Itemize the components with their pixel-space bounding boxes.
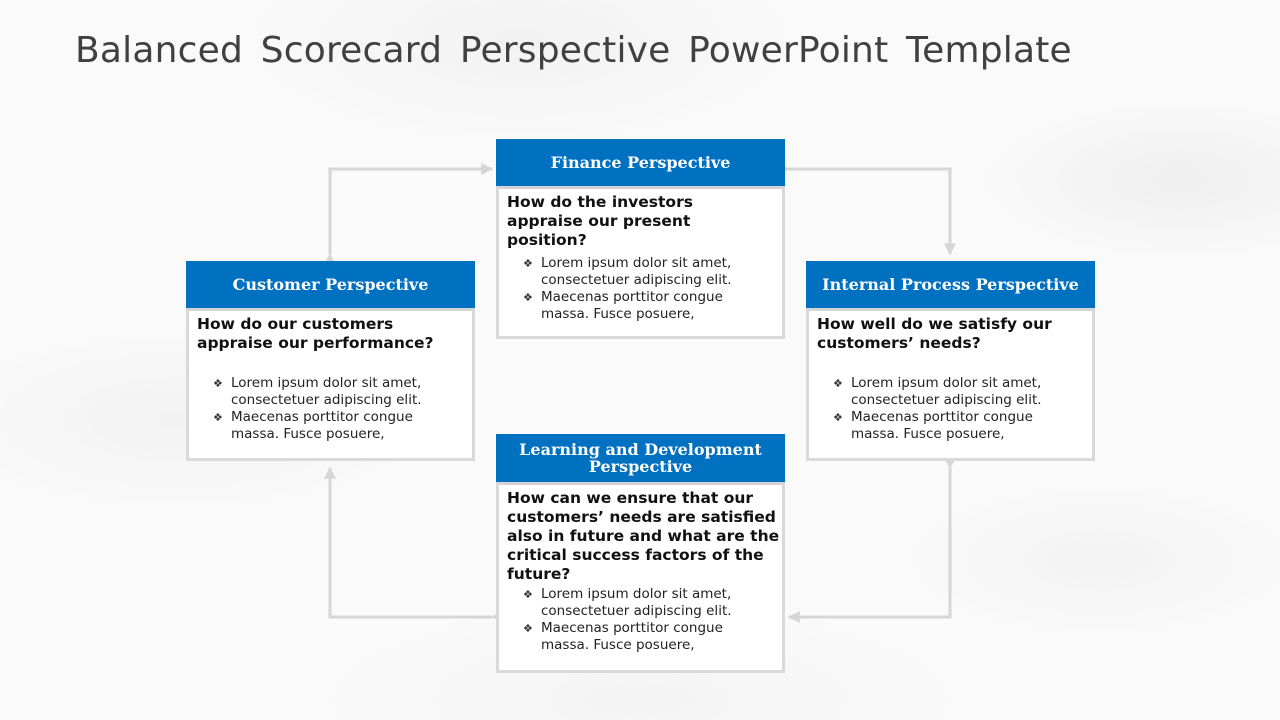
bullet-item: ❖ Lorem ipsum dolor sit amet, consectetue… [213,375,422,408]
learning-body: How can we ensure that our customers’ ne… [496,482,785,673]
diamond-bullet-icon: ❖ [523,291,533,304]
learning-card: Learning and Development Perspective How… [496,434,785,673]
customer-bullets: ❖ Lorem ipsum dolor sit amet, consectetue… [197,375,464,443]
customer-question: How do our customers appraise our perfor… [197,315,434,352]
diamond-bullet-icon: ❖ [523,588,533,601]
diamond-bullet-icon: ❖ [833,377,843,390]
learning-bullets: ❖ Lorem ipsum dolor sit amet, consectetue… [507,586,774,654]
connector-customer-finance [324,163,494,265]
connector-internal-learning [787,457,956,623]
connector-learning-customer [324,466,503,623]
bullet-item: ❖ Maecenas porttitor congue massa. Fusce … [523,620,723,653]
diamond-bullet-icon: ❖ [213,411,223,424]
connector-finance-internal [778,163,956,256]
bullet-item: ❖ Maecenas porttitor congue massa. Fusce … [523,289,723,322]
bullet-item: ❖ Lorem ipsum dolor sit amet, consectetue… [833,375,1042,408]
bullet-item: ❖ Maecenas porttitor congue massa. Fusce … [213,409,413,442]
diamond-bullet-icon: ❖ [523,622,533,635]
bullet-item: ❖ Maecenas porttitor congue massa. Fusce … [833,409,1033,442]
finance-bullets: ❖ Lorem ipsum dolor sit amet, consectetue… [507,255,774,323]
internal-process-question: How well do we satisfy our customers’ ne… [817,315,1052,352]
finance-question: How do the investors appraise our presen… [507,193,693,249]
internal-process-bullets: ❖ Lorem ipsum dolor sit amet, consectetue… [817,375,1084,443]
finance-header: Finance Perspective [496,139,785,186]
learning-header: Learning and Development Perspective [496,434,785,482]
diamond-bullet-icon: ❖ [523,257,533,270]
internal-process-header: Internal Process Perspective [806,261,1095,308]
finance-body: How do the investors appraise our presen… [496,186,785,339]
internal-process-card: Internal Process Perspective How well do… [806,261,1095,461]
customer-card: Customer Perspective How do our customer… [186,261,475,461]
learning-question: How can we ensure that our customers’ ne… [507,489,780,583]
bullet-item: ❖ Lorem ipsum dolor sit amet, consectetue… [523,586,732,619]
diamond-bullet-icon: ❖ [213,377,223,390]
bullet-item: ❖ Lorem ipsum dolor sit amet, consectetue… [523,255,732,288]
customer-header: Customer Perspective [186,261,475,308]
diamond-bullet-icon: ❖ [833,411,843,424]
customer-body: How do our customers appraise our perfor… [186,308,475,461]
internal-process-body: How well do we satisfy our customers’ ne… [806,308,1095,461]
finance-card: Finance Perspective How do the investors… [496,139,785,339]
